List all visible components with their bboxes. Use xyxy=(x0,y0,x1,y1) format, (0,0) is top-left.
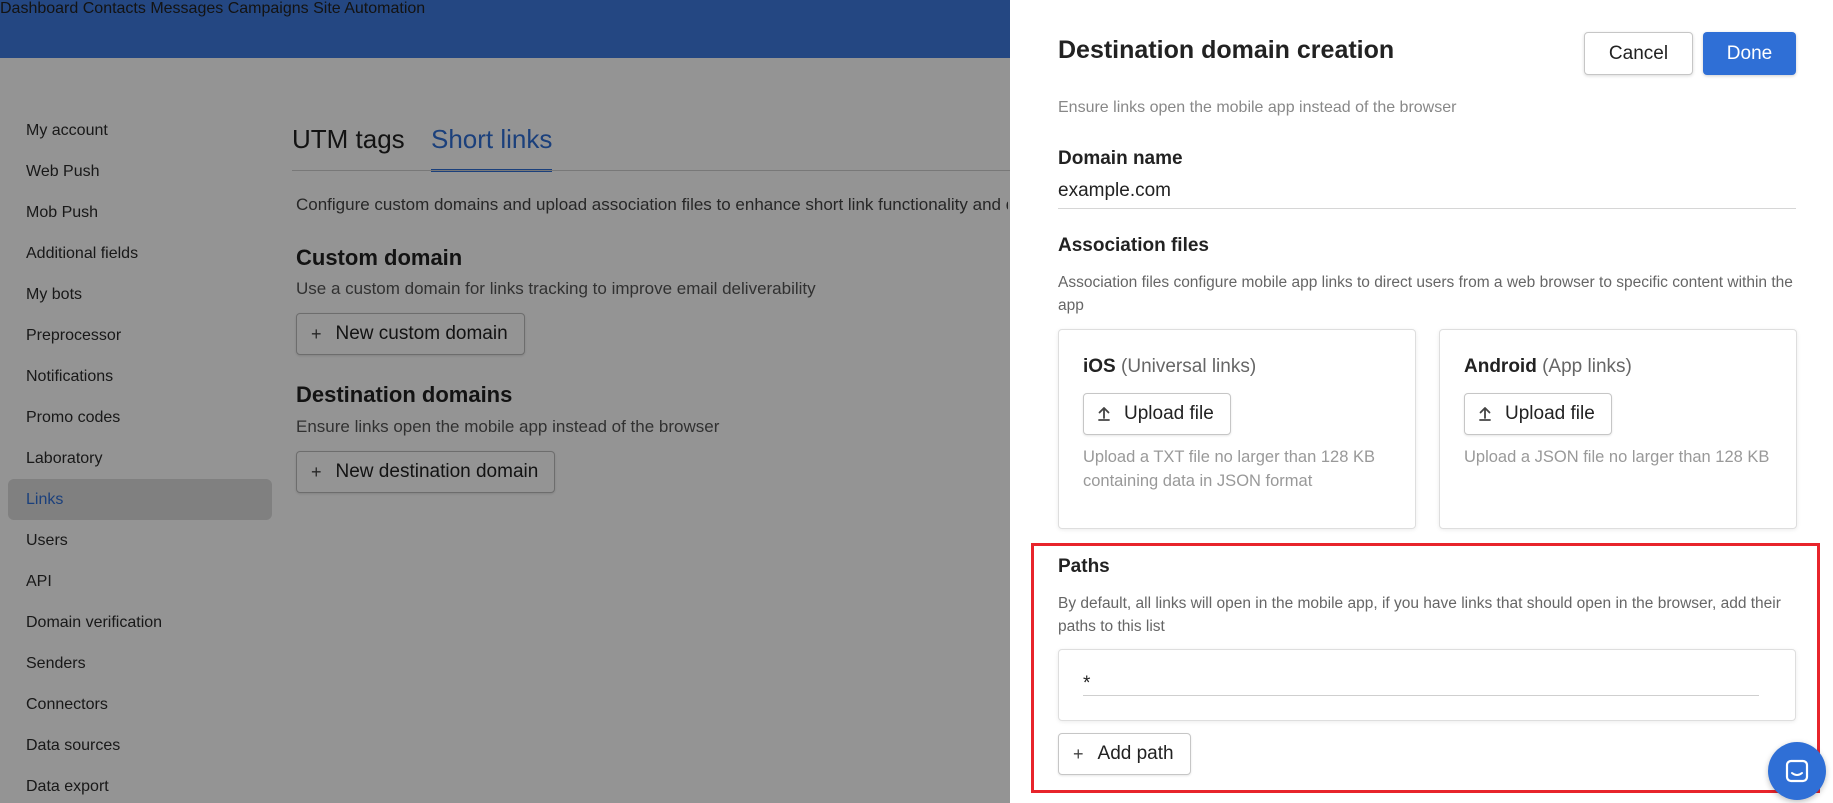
ios-association-card: iOS (Universal links) Upload file Upload… xyxy=(1058,329,1416,529)
android-link-type: (App links) xyxy=(1542,356,1632,377)
ios-link-type: (Universal links) xyxy=(1121,356,1257,377)
domain-name-underline xyxy=(1058,208,1796,209)
ios-upload-hint: Upload a TXT file no larger than 128 KB … xyxy=(1083,448,1375,490)
paths-highlight-box xyxy=(1031,543,1820,793)
domain-name-field[interactable]: example.com xyxy=(1058,180,1171,202)
android-upload-hint: Upload a JSON file no larger than 128 KB xyxy=(1464,448,1770,466)
domain-name-label: Domain name xyxy=(1058,148,1183,169)
ios-card-title: iOS (Universal links) xyxy=(1083,356,1256,378)
chat-icon xyxy=(1785,759,1809,783)
support-chat-button[interactable] xyxy=(1768,742,1826,800)
drawer-title: Destination domain creation xyxy=(1058,36,1395,64)
android-association-card: Android (App links) Upload file Upload a… xyxy=(1439,329,1797,529)
android-card-title: Android (App links) xyxy=(1464,356,1632,378)
android-upload-file-button[interactable]: Upload file xyxy=(1464,393,1612,435)
association-files-description: Association files configure mobile app l… xyxy=(1058,274,1793,314)
android-platform-label: Android xyxy=(1464,356,1537,377)
ios-platform-label: iOS xyxy=(1083,356,1116,377)
done-button[interactable]: Done xyxy=(1703,32,1796,75)
upload-icon xyxy=(1479,407,1491,421)
cancel-button[interactable]: Cancel xyxy=(1584,32,1693,75)
modal-backdrop[interactable] xyxy=(0,0,1010,803)
association-files-label: Association files xyxy=(1058,235,1209,256)
ios-upload-file-label: Upload file xyxy=(1124,403,1214,424)
ios-upload-file-button[interactable]: Upload file xyxy=(1083,393,1231,435)
android-upload-file-label: Upload file xyxy=(1505,403,1595,424)
upload-icon xyxy=(1098,407,1110,421)
drawer-subtitle: Ensure links open the mobile app instead… xyxy=(1058,99,1457,116)
